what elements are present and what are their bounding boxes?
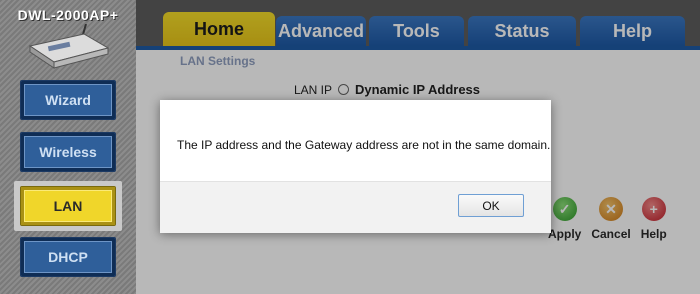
sidebar-item-lan[interactable]: LAN bbox=[20, 186, 116, 226]
dialog-message: The IP address and the Gateway address a… bbox=[177, 138, 551, 152]
sidebar-item-label: Wizard bbox=[45, 92, 91, 108]
sidebar-item-wizard[interactable]: Wizard bbox=[20, 80, 116, 120]
sidebar-item-wireless[interactable]: Wireless bbox=[20, 132, 116, 172]
app-window: DWL-2000AP+ Wizard Wireless LAN DHCP Hom… bbox=[0, 0, 700, 294]
sidebar-item-label: DHCP bbox=[48, 249, 88, 265]
sidebar-item-label: LAN bbox=[53, 198, 83, 214]
router-icon bbox=[28, 24, 110, 69]
ok-button[interactable]: OK bbox=[458, 194, 524, 217]
sidebar-item-label: Wireless bbox=[39, 144, 97, 160]
alert-dialog: The IP address and the Gateway address a… bbox=[160, 100, 551, 233]
sidebar: DWL-2000AP+ Wizard Wireless LAN DHCP bbox=[0, 0, 136, 294]
device-model: DWL-2000AP+ bbox=[17, 7, 119, 23]
sidebar-item-dhcp[interactable]: DHCP bbox=[20, 237, 116, 277]
dialog-footer: OK bbox=[160, 181, 551, 233]
